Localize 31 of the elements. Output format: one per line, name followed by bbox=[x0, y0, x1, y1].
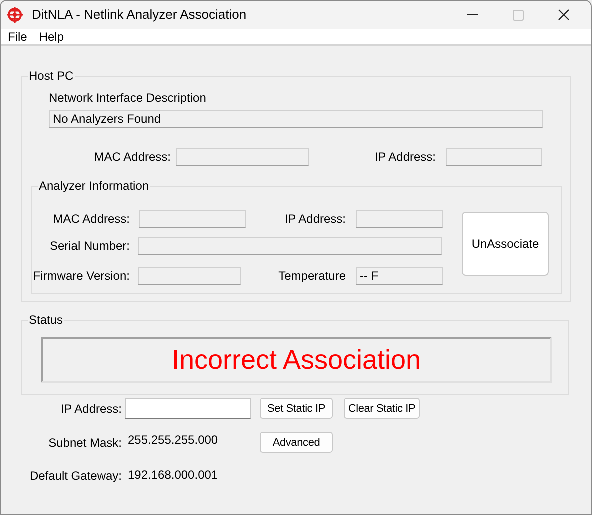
group-title: Analyzer Information bbox=[38, 179, 150, 193]
advanced-button[interactable]: Advanced bbox=[260, 432, 333, 453]
field-label: IP Address: bbox=[60, 402, 122, 416]
menu-item[interactable]: File bbox=[2, 30, 34, 44]
field-label: MAC Address: bbox=[52, 212, 130, 226]
description-field: No Analyzers Found bbox=[49, 110, 543, 128]
clear-static-ip-button[interactable]: Clear Static IP bbox=[344, 398, 420, 419]
field-label: IP Address: bbox=[284, 212, 346, 226]
gateway-value: 192.168.000.001 bbox=[128, 468, 218, 482]
group-title: Host PC bbox=[28, 69, 75, 83]
ip-input[interactable] bbox=[125, 398, 251, 419]
subnet-value: 255.255.255.000 bbox=[128, 432, 220, 446]
menu-item[interactable]: Help bbox=[33, 30, 70, 44]
field-label: Network Interface Description bbox=[49, 91, 206, 105]
unassociate-button[interactable]: UnAssociate bbox=[462, 212, 549, 276]
app-icon bbox=[6, 6, 24, 24]
field-label: Serial Number: bbox=[48, 239, 130, 253]
field-label: Default Gateway: bbox=[28, 469, 122, 483]
field-label: IP Address: bbox=[374, 150, 436, 164]
set-static-ip-button[interactable]: Set Static IP bbox=[260, 398, 333, 419]
maximize-icon bbox=[512, 10, 524, 20]
status-message: Incorrect Association bbox=[172, 344, 422, 376]
field-label: Subnet Mask: bbox=[48, 436, 122, 450]
field-label: Temperature bbox=[278, 269, 346, 283]
minimize-icon bbox=[466, 14, 478, 16]
group-title: Status bbox=[28, 313, 64, 327]
close-icon bbox=[558, 9, 570, 21]
info-field: -- F bbox=[356, 267, 443, 285]
field-label: Firmware Version: bbox=[32, 269, 130, 283]
field-label: MAC Address: bbox=[93, 150, 171, 164]
window-title: DitNLA - Netlink Analyzer Association bbox=[32, 8, 247, 22]
